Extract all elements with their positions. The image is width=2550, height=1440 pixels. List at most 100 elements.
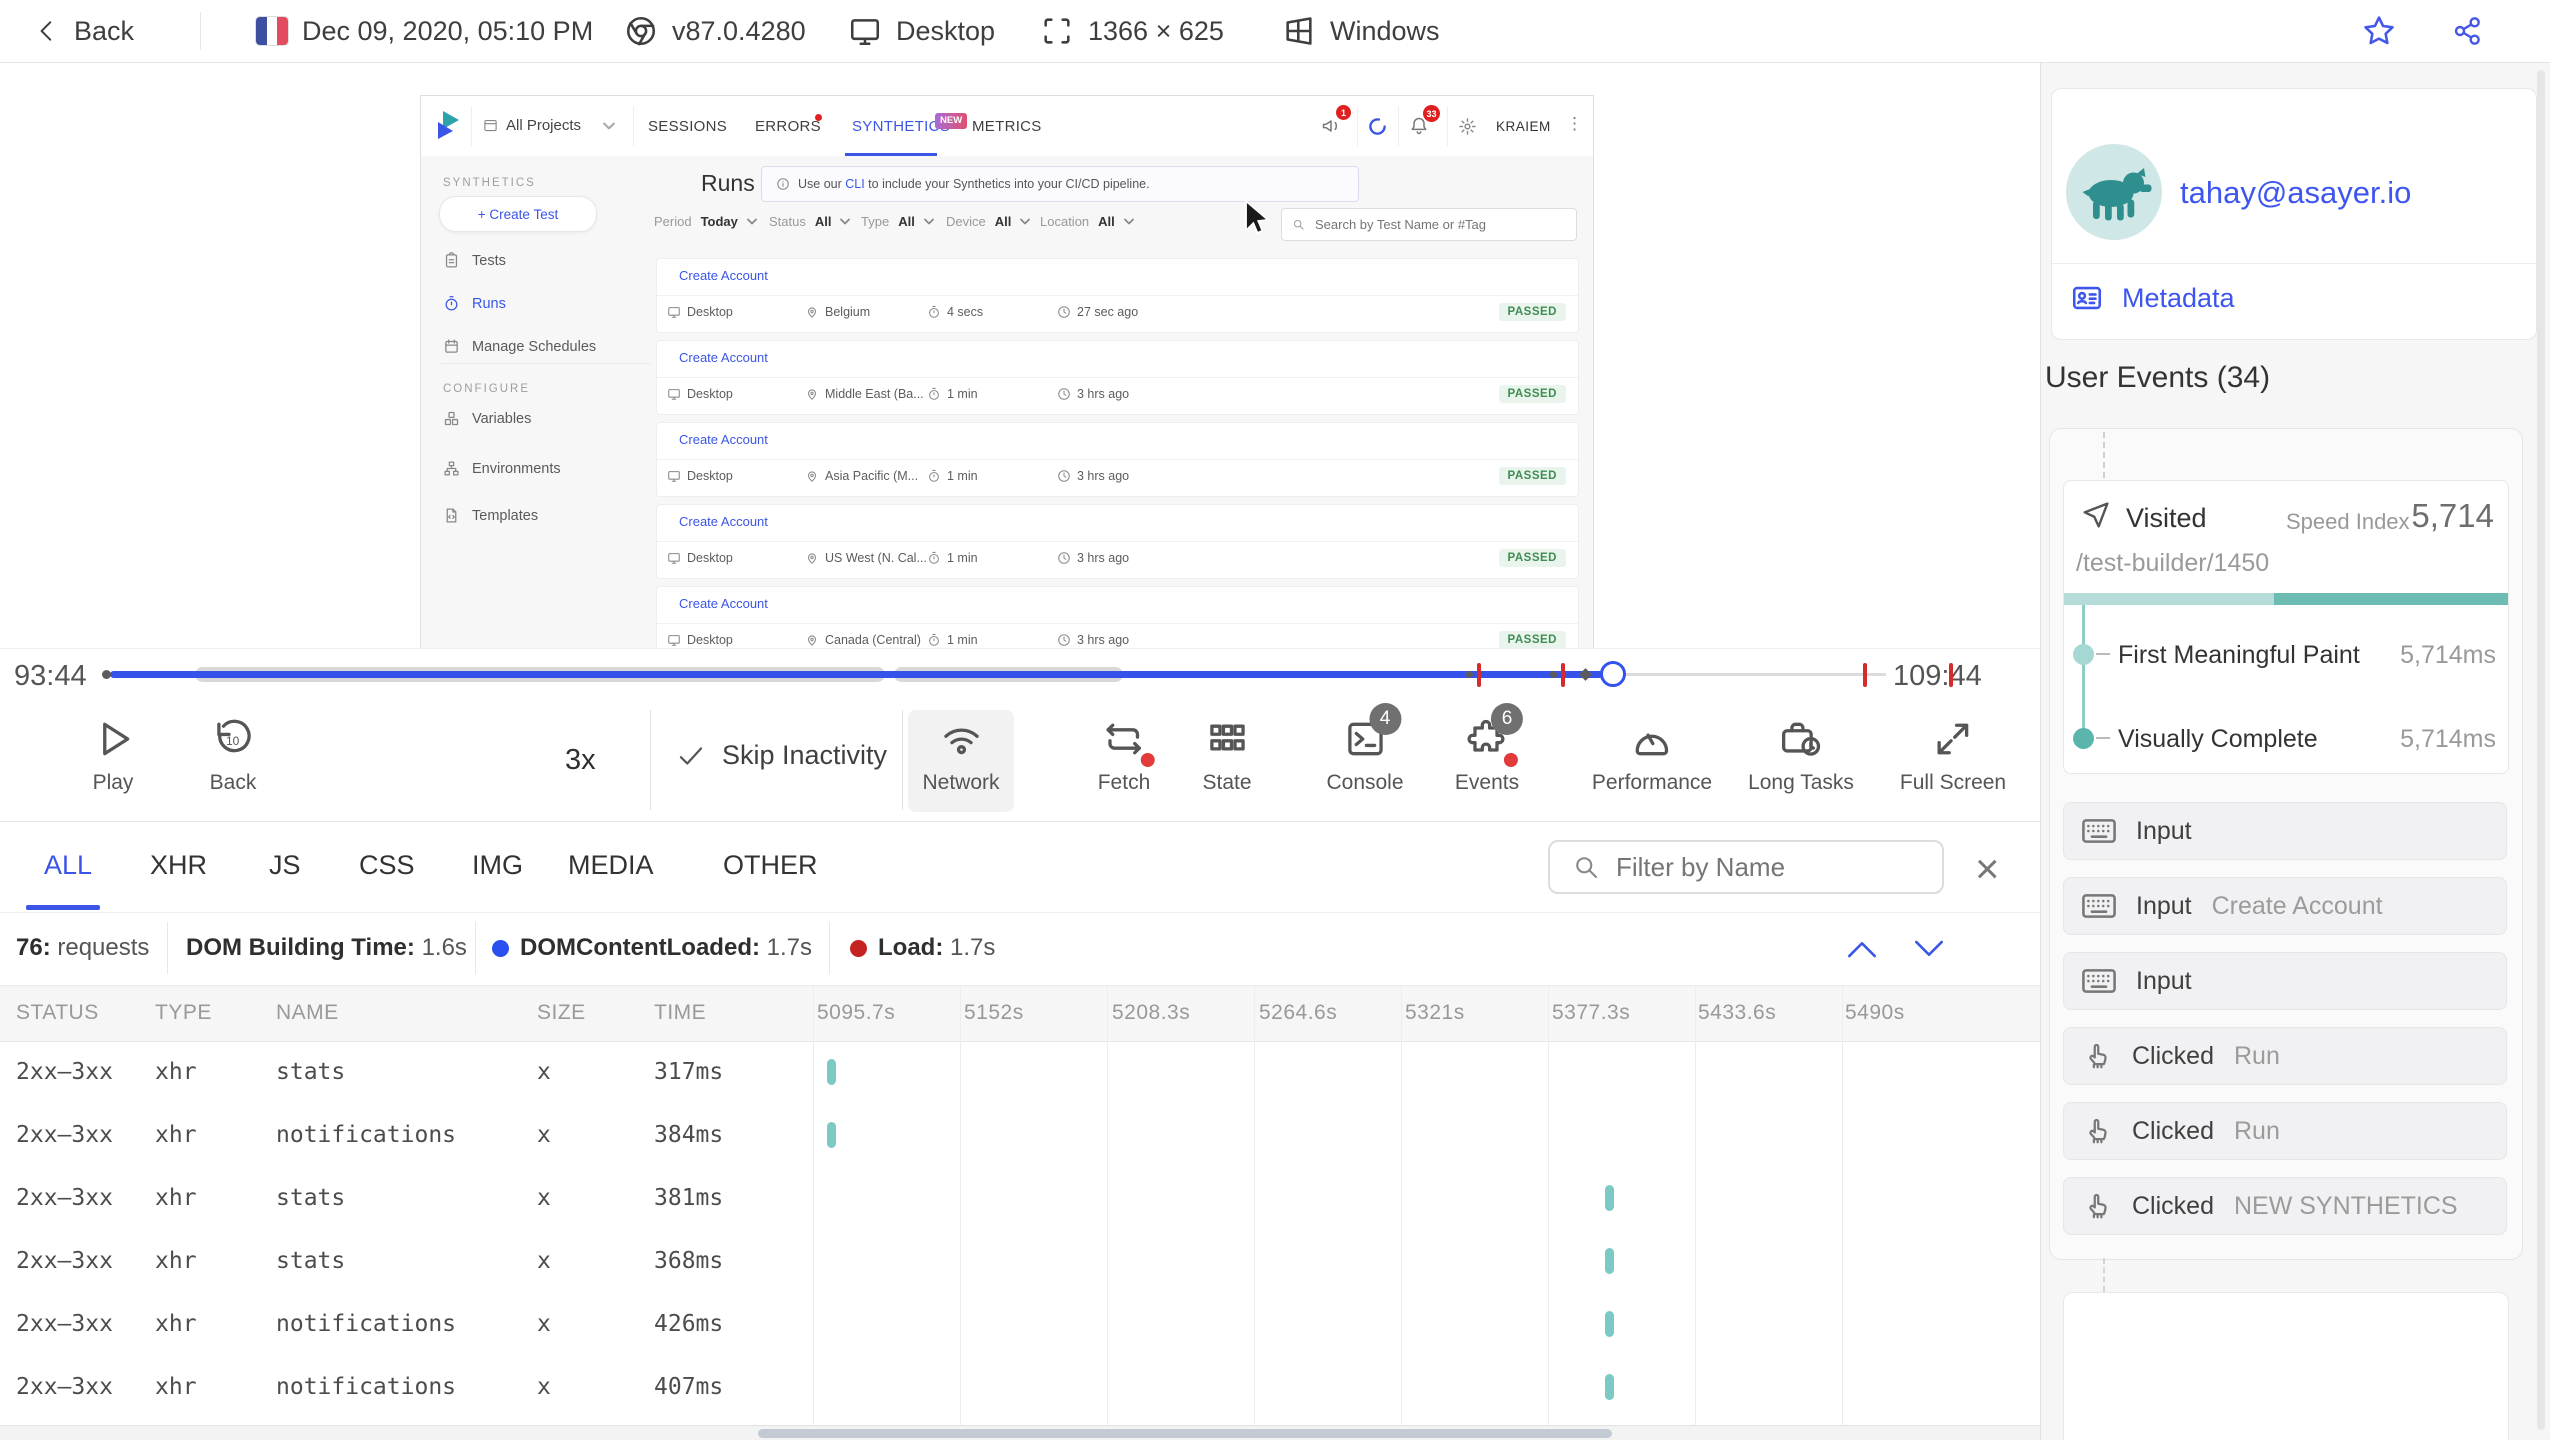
navigation-icon [2083,502,2109,528]
player-controls: Play 10 Back 3x Skip Inactivity Network … [0,700,2040,822]
speed-index-value: 5,714 [2411,497,2494,534]
monitor-icon [668,553,680,564]
back-10s-button[interactable]: 10 Back [210,717,256,795]
metadata-label: Metadata [2122,282,2235,313]
project-selector: All Projects [483,117,615,134]
sidebar-item-templates: Templates [443,507,538,524]
row-type: xhr [155,1122,197,1148]
net-tab-media[interactable]: MEDIA [568,850,654,881]
datetime-label: Dec 09, 2020, 05:10 PM [302,15,594,46]
map-pin-icon [807,471,817,482]
sidebar-section-configure: CONFIGURE [443,383,530,395]
favorite-button[interactable] [2362,0,2396,62]
playhead-knob[interactable] [1600,661,1626,687]
cubes-icon [444,411,459,426]
row-status: 2xx–3xx [16,1185,113,1211]
console-tool-button[interactable]: 4 Console [1326,703,1404,795]
chevron-down-icon [1123,218,1134,225]
events-tool-button[interactable]: 6 Events [1454,703,1523,795]
events-label: Events [1454,771,1520,794]
close-panel-button[interactable]: × [1975,845,2000,893]
check-icon [679,746,703,765]
chevron-down-icon [1020,218,1031,225]
speed-bar-dark [2274,593,2508,605]
net-tab-css[interactable]: CSS [359,850,415,881]
fetch-icon [1106,723,1142,755]
fetch-alert-dot [1141,753,1155,767]
network-tool-button[interactable]: Network [922,717,1000,795]
share-button[interactable] [2452,0,2484,62]
header-divider [1398,106,1399,146]
fetch-tool-button[interactable]: Fetch [1098,717,1155,795]
event-card-clicked[interactable]: Clicked Run [2063,1102,2507,1160]
pointer-hand-icon [2089,1193,2107,1219]
device-label: Desktop [896,15,996,46]
row-name: stats [276,1248,346,1274]
jump-down-button[interactable] [1912,936,1946,962]
load-dot [850,940,867,957]
clipboard-icon [445,252,458,268]
event-card-input[interactable]: Input Create Account [2063,877,2507,935]
net-tab-other[interactable]: OTHER [723,850,818,881]
resolution-label: 1366 × 625 [1088,15,1224,46]
event-marker-dot [1466,671,1473,678]
filter-status: Status All [769,214,851,229]
status-badge: PASSED [1498,549,1566,567]
event-label: Clicked [2132,1191,2214,1220]
monitor-icon [668,471,680,482]
replay-stage: All Projects SESSIONS ERRORS SYNTHETICS … [0,62,2040,650]
time-total: 109:44 [1893,660,1982,692]
net-tab-xhr[interactable]: XHR [150,850,207,881]
net-filter-input[interactable] [1614,850,1918,884]
col-t5: 5377.3s [1552,1001,1631,1024]
event-card-input[interactable]: Input [2063,952,2507,1010]
event-connector-line [2103,432,2105,478]
playback-timeline[interactable]: 93:44 109:44 [0,648,2040,701]
run-name: Create Account [679,268,768,283]
skip-inactivity-toggle[interactable]: Skip Inactivity [676,740,887,771]
network-label: Network [922,771,1000,794]
tracker-logo-icon [438,111,459,139]
status-badge: PASSED [1498,385,1566,403]
state-tool-button[interactable]: State [1202,717,1252,795]
back-button[interactable]: Back [34,0,134,62]
run-card: Create Account Desktop Belgium 4 secs 27… [657,259,1578,332]
run-name: Create Account [679,350,768,365]
col-t2: 5208.3s [1112,1001,1191,1024]
h-scrollbar-thumb[interactable] [758,1429,1612,1438]
performance-tool-button[interactable]: Performance [1592,717,1712,795]
metadata-button[interactable]: Metadata [2070,281,2235,315]
event-card-clicked[interactable]: Clicked NEW SYNTHETICS [2063,1177,2507,1235]
full-screen-button[interactable]: Full Screen [1900,717,2006,795]
map-pin-icon [807,307,817,318]
error-marker [1949,663,1953,687]
next-event-card-partial[interactable] [2063,1292,2509,1440]
v-scrollbar[interactable] [2537,70,2545,1430]
summary-divider [167,922,168,974]
net-tab-all-active[interactable]: ALL [44,850,92,881]
console-count-badge: 4 [1369,703,1401,735]
net-tab-js[interactable]: JS [269,850,301,881]
net-filter-box[interactable] [1548,840,1944,894]
speed-toggle[interactable]: 3x [565,744,596,777]
event-card-input[interactable]: Input [2063,802,2507,860]
request-waterfall-bar [1605,1311,1614,1337]
sidebar-item-runs-active: Runs [443,295,506,312]
visited-event-card[interactable]: Visited Speed Index 5,714 /test-builder/… [2063,480,2509,774]
row-status: 2xx–3xx [16,1059,113,1085]
animal-avatar-icon [2082,168,2152,221]
resolution-info: 1366 × 625 [1040,0,1224,62]
jump-up-button[interactable] [1845,936,1879,962]
row-time: 426ms [654,1311,724,1337]
clock-icon [1058,470,1070,482]
session-info-sidebar: tahay@asayer.io Metadata User Events (34… [2040,62,2550,1440]
net-tab-img[interactable]: IMG [472,850,523,881]
long-tasks-tool-button[interactable]: Long Tasks [1748,717,1854,795]
browser-version: v87.0.4280 [672,15,806,46]
pointer-hand-icon [2089,1118,2107,1144]
play-button[interactable]: Play [91,717,135,795]
event-card-clicked[interactable]: Clicked Run [2063,1027,2507,1085]
col-t4: 5321s [1405,1001,1465,1024]
timeline-progress [110,671,1613,678]
full-screen-label: Full Screen [1899,771,2007,794]
